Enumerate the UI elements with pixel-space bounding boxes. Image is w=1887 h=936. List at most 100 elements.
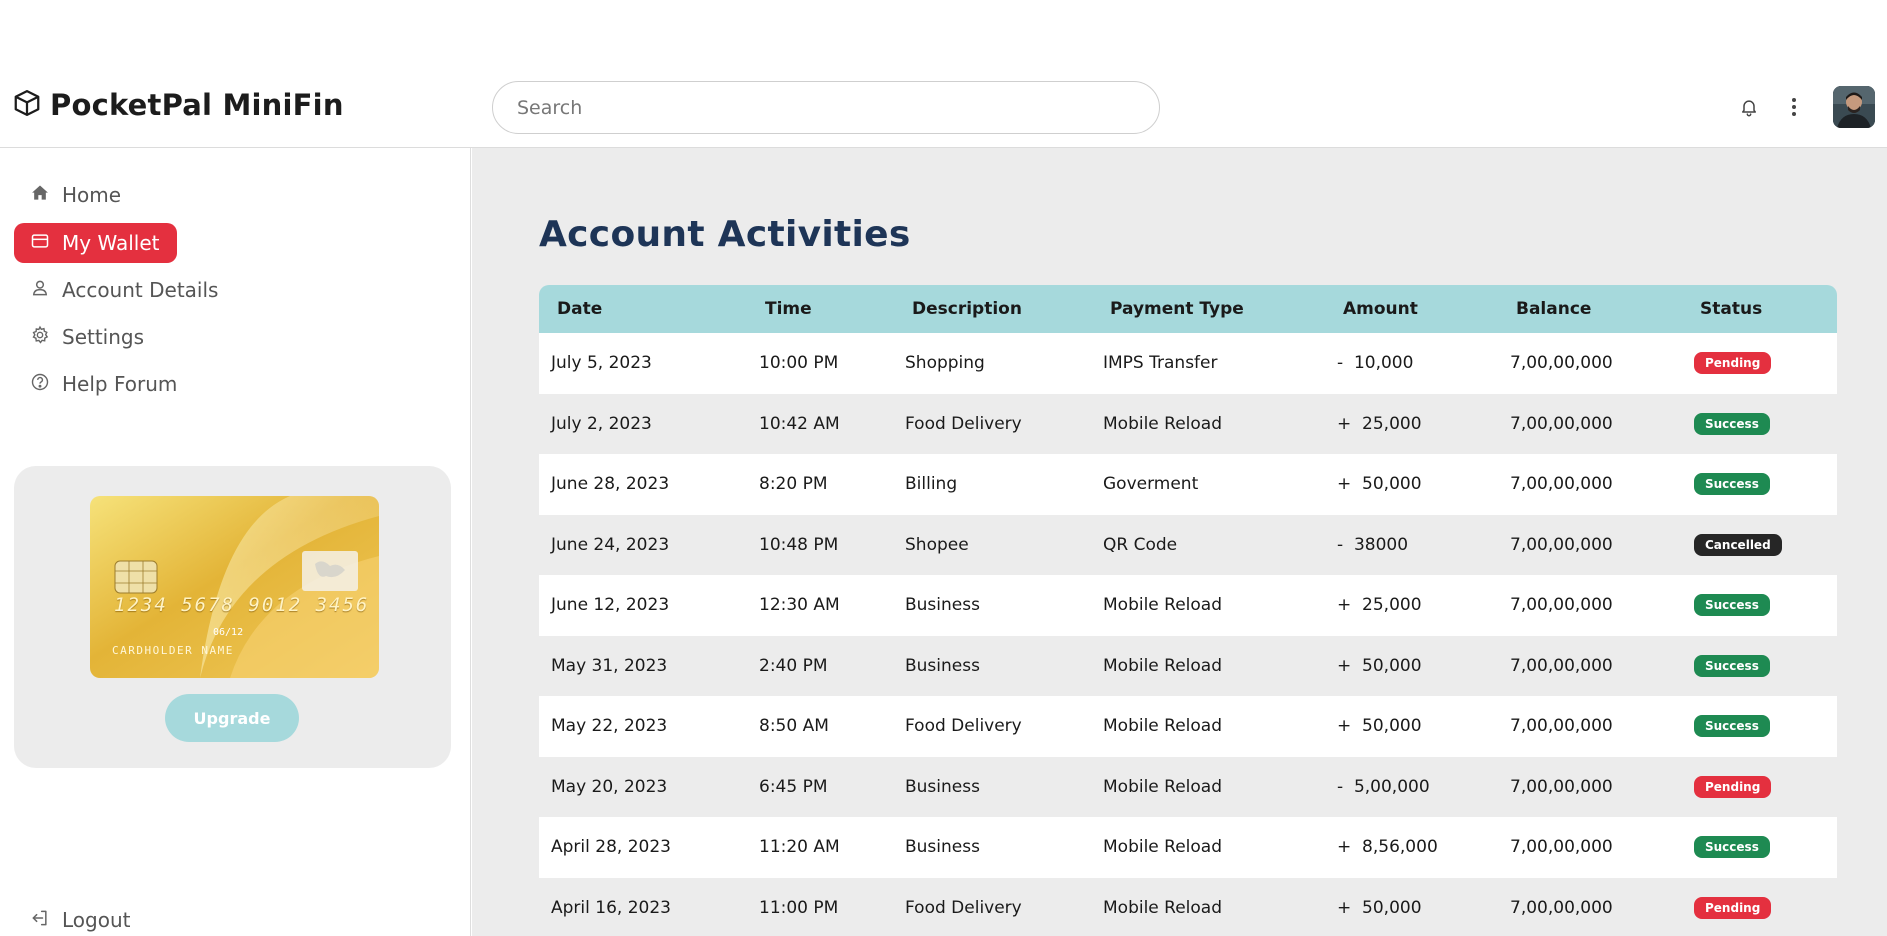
table-row[interactable]: April 28, 2023 11:20 AM Business Mobile … (539, 817, 1837, 878)
avatar[interactable] (1833, 86, 1875, 128)
status-badge: Success (1694, 836, 1770, 858)
table-row[interactable]: May 22, 2023 8:50 AM Food Delivery Mobil… (539, 696, 1837, 757)
sidebar-item-home[interactable]: Home (14, 175, 139, 215)
cell-amount: + 50,000 (1337, 897, 1422, 918)
sidebar-item-label: Home (62, 183, 122, 207)
status-badge: Pending (1694, 352, 1772, 374)
column-header-time[interactable]: Time (765, 285, 812, 333)
cell-balance: 7,00,00,000 (1510, 534, 1613, 555)
credit-card-image: 1234 5678 9012 3456 06/12 CARDHOLDER NAM… (90, 496, 379, 678)
bell-icon[interactable] (1734, 92, 1764, 122)
cell-payment-type: Mobile Reload (1103, 776, 1223, 797)
activities-table: Date Time Description Payment Type Amoun… (539, 285, 1837, 936)
status-badge: Success (1694, 654, 1770, 677)
table-row[interactable]: May 31, 2023 2:40 PM Business Mobile Rel… (539, 635, 1837, 696)
cell-time: 6:45 PM (759, 776, 828, 797)
cell-time: 11:20 AM (759, 837, 840, 857)
brand[interactable]: PocketPal MiniFin (12, 88, 344, 122)
sidebar-item-settings[interactable]: Settings (14, 317, 162, 357)
column-header-status[interactable]: Status (1700, 285, 1762, 333)
cell-amount: + 25,000 (1337, 413, 1422, 434)
cell-balance: 7,00,00,000 (1510, 353, 1613, 373)
cell-balance: 7,00,00,000 (1510, 413, 1613, 434)
cell-payment-type: Mobile Reload (1103, 655, 1223, 676)
cell-description: Food Delivery (905, 897, 1022, 918)
cell-balance: 7,00,00,000 (1510, 655, 1613, 676)
logout-label: Logout (62, 908, 131, 932)
sidebar-item-my-wallet[interactable]: My Wallet (14, 223, 178, 263)
cell-time: 11:00 PM (759, 897, 839, 918)
cell-date: June 28, 2023 (551, 474, 670, 494)
cell-amount: + 50,000 (1337, 655, 1422, 676)
cell-date: May 20, 2023 (551, 776, 668, 797)
card-expiry: 06/12 (213, 627, 244, 638)
cell-description: Business (905, 837, 980, 857)
user-icon (30, 278, 50, 303)
table-row[interactable]: July 5, 2023 10:00 PM Shopping IMPS Tran… (539, 333, 1837, 394)
column-header-balance[interactable]: Balance (1516, 285, 1591, 333)
cell-balance: 7,00,00,000 (1510, 837, 1613, 857)
table-row[interactable]: May 20, 2023 6:45 PM Business Mobile Rel… (539, 756, 1837, 817)
upgrade-promo-card: 1234 5678 9012 3456 06/12 CARDHOLDER NAM… (14, 466, 451, 768)
column-header-description[interactable]: Description (912, 285, 1022, 333)
sidebar-item-account-details[interactable]: Account Details (14, 270, 236, 310)
sidebar-item-label: Account Details (62, 278, 219, 302)
cell-time: 8:50 AM (759, 716, 829, 736)
cell-payment-type: Mobile Reload (1103, 716, 1223, 736)
app-root: PocketPal MiniFin Search Home My Wallet … (0, 0, 1887, 936)
status-badge: Success (1694, 594, 1770, 616)
more-vertical-icon[interactable] (1779, 92, 1809, 122)
table-header: Date Time Description Payment Type Amoun… (539, 285, 1837, 333)
table-row[interactable]: June 24, 2023 10:48 PM Shopee QR Code - … (539, 514, 1837, 575)
table-row[interactable]: June 28, 2023 8:20 PM Billing Goverment … (539, 454, 1837, 515)
wallet-icon (30, 231, 50, 256)
cell-payment-type: Mobile Reload (1103, 595, 1223, 615)
sidebar-item-label: Settings (62, 325, 145, 349)
search-input[interactable] (493, 82, 1159, 133)
upgrade-button[interactable]: Upgrade (165, 694, 299, 742)
sidebar-item-help-forum[interactable]: Help Forum (14, 364, 195, 404)
table-row[interactable]: June 12, 2023 12:30 AM Business Mobile R… (539, 575, 1837, 636)
table-row[interactable]: July 2, 2023 10:42 AM Food Delivery Mobi… (539, 393, 1837, 454)
cell-description: Food Delivery (905, 716, 1022, 736)
cell-time: 12:30 AM (759, 595, 840, 615)
cell-balance: 7,00,00,000 (1510, 474, 1613, 494)
search-box (492, 81, 1160, 134)
cell-balance: 7,00,00,000 (1510, 897, 1613, 918)
cell-description: Business (905, 776, 980, 797)
main-content: Account Activities Date Time Description… (472, 148, 1887, 936)
cell-date: May 31, 2023 (551, 655, 668, 676)
status-badge: Cancelled (1694, 533, 1782, 556)
cell-description: Billing (905, 474, 958, 494)
cell-date: June 24, 2023 (551, 534, 670, 555)
cell-date: April 16, 2023 (551, 897, 671, 918)
cell-date: June 12, 2023 (551, 595, 670, 615)
top-header: PocketPal MiniFin (0, 0, 1887, 148)
cell-payment-type: Mobile Reload (1103, 837, 1223, 857)
column-header-amount[interactable]: Amount (1343, 285, 1418, 333)
cell-description: Food Delivery (905, 413, 1022, 434)
status-badge: Pending (1694, 775, 1772, 798)
cell-balance: 7,00,00,000 (1510, 595, 1613, 615)
cell-time: 10:48 PM (759, 534, 839, 555)
brand-name: PocketPal MiniFin (50, 88, 344, 122)
table-row[interactable]: April 16, 2023 11:00 PM Food Delivery Mo… (539, 877, 1837, 936)
help-icon (30, 372, 50, 397)
cell-time: 8:20 PM (759, 474, 828, 494)
page-title: Account Activities (539, 214, 911, 255)
status-badge: Success (1694, 473, 1770, 495)
cell-amount: - 38000 (1337, 534, 1409, 555)
cube-logo-icon (12, 88, 42, 122)
cell-description: Shopee (905, 534, 969, 555)
cell-date: April 28, 2023 (551, 837, 671, 857)
cell-amount: - 10,000 (1337, 353, 1414, 373)
logout-button[interactable]: Logout (14, 900, 148, 936)
gear-icon (30, 325, 50, 350)
cell-payment-type: IMPS Transfer (1103, 353, 1218, 373)
column-header-payment-type[interactable]: Payment Type (1110, 285, 1244, 333)
cell-date: July 5, 2023 (551, 353, 652, 373)
column-header-date[interactable]: Date (557, 285, 602, 333)
cell-balance: 7,00,00,000 (1510, 776, 1613, 797)
cell-description: Business (905, 655, 980, 676)
sidebar-item-label: My Wallet (62, 231, 160, 255)
